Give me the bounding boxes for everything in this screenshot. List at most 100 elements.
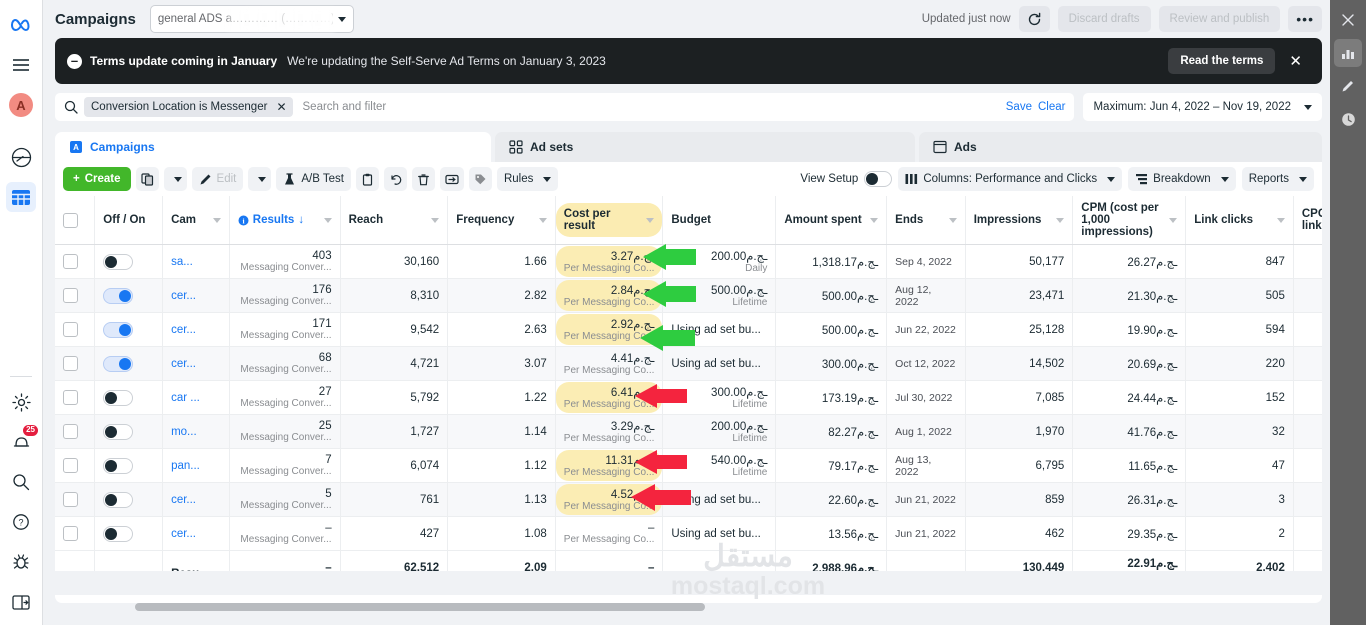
chevron-down-icon[interactable]: [1276, 217, 1285, 223]
chevron-down-icon[interactable]: [870, 217, 879, 223]
col-ends[interactable]: Ends: [886, 196, 966, 245]
row-select-cell[interactable]: [55, 312, 96, 347]
row-select-cell[interactable]: [55, 516, 96, 551]
col-frequency[interactable]: Frequency: [447, 196, 556, 245]
row-on-off-toggle[interactable]: [103, 321, 134, 338]
row-checkbox[interactable]: [63, 356, 78, 371]
row-checkbox[interactable]: [63, 424, 78, 439]
campaigns-table-container[interactable]: Off / On Cam i Results ↓ Reach Frequency C…: [55, 196, 1322, 571]
close-icon[interactable]: [1334, 6, 1362, 34]
table-row[interactable]: cer... 171 Messaging Conver... 9,542 2.63 2.9…: [55, 312, 1322, 347]
date-range-selector[interactable]: Maximum: Jun 4, 2022 – Nov 19, 2022: [1083, 93, 1322, 121]
duplicate-dropdown[interactable]: [163, 167, 187, 191]
clock-icon[interactable]: [1334, 105, 1362, 133]
select-all-header[interactable]: [55, 196, 96, 245]
ad-account-selector[interactable]: general ADS a………… (…………)…: [149, 5, 354, 33]
campaign-name-cell[interactable]: cer...: [162, 482, 230, 517]
row-checkbox[interactable]: [63, 322, 78, 337]
row-select-cell[interactable]: [55, 244, 96, 279]
view-setup-toggle[interactable]: [864, 171, 893, 187]
campaign-name-cell[interactable]: mo...: [162, 414, 230, 449]
campaign-name-link[interactable]: pan...: [171, 460, 200, 472]
row-on-off-toggle[interactable]: [103, 253, 134, 270]
table-row[interactable]: pan... 7 Messaging Conver... 6,074 1.12 11.31…: [55, 448, 1322, 483]
row-on-off-toggle[interactable]: [103, 389, 134, 406]
campaign-name-cell[interactable]: pan...: [162, 448, 230, 483]
filter-chip-remove-icon[interactable]: ✕: [274, 100, 288, 114]
export-button[interactable]: [439, 167, 464, 191]
col-impressions[interactable]: Impressions: [965, 196, 1074, 245]
row-on-off-toggle[interactable]: [103, 491, 134, 508]
search-icon[interactable]: [6, 467, 36, 497]
table-row[interactable]: cer... 176 Messaging Conver... 8,310 2.82 2.8…: [55, 278, 1322, 313]
clear-filter-link[interactable]: Clear: [1038, 101, 1065, 113]
columns-button[interactable]: Columns: Performance and Clicks: [898, 167, 1123, 191]
row-toggle-cell[interactable]: [94, 380, 164, 415]
banner-close-icon[interactable]: ✕: [1281, 48, 1310, 74]
campaign-name-link[interactable]: car ...: [171, 392, 200, 404]
select-all-checkbox[interactable]: [63, 212, 78, 228]
meta-logo-icon[interactable]: [6, 10, 36, 40]
tab-campaigns[interactable]: A Campaigns: [55, 132, 491, 162]
row-toggle-cell[interactable]: [94, 278, 164, 313]
table-row[interactable]: cer... 68 Messaging Conver... 4,721 3.07 4.41…: [55, 346, 1322, 381]
row-checkbox[interactable]: [63, 390, 78, 405]
bell-icon[interactable]: 25: [6, 425, 38, 457]
col-amount-spent[interactable]: Amount spent: [775, 196, 888, 245]
row-select-cell[interactable]: [55, 380, 96, 415]
row-toggle-cell[interactable]: [94, 448, 164, 483]
refresh-icon[interactable]: [1018, 6, 1050, 32]
filter-chip-conversion-location[interactable]: Conversion Location is Messenger ✕: [84, 97, 293, 117]
row-toggle-cell[interactable]: [94, 244, 164, 279]
more-options-button[interactable]: •••: [1288, 6, 1322, 32]
campaign-name-link[interactable]: cer...: [171, 528, 196, 540]
row-toggle-cell[interactable]: [94, 414, 164, 449]
col-cost-per-result[interactable]: Cost per result: [555, 196, 664, 245]
row-on-off-toggle[interactable]: [103, 355, 134, 372]
chevron-down-icon[interactable]: [212, 217, 221, 223]
chevron-down-icon[interactable]: [1056, 217, 1065, 223]
row-toggle-cell[interactable]: [94, 516, 164, 551]
dashboard-icon[interactable]: [6, 142, 36, 172]
table-row[interactable]: sa... 403 Messaging Conver... 30,160 1.66 3.2…: [55, 244, 1322, 279]
col-reach[interactable]: Reach: [340, 196, 449, 245]
horizontal-scrollbar[interactable]: [55, 603, 1322, 611]
row-select-cell[interactable]: [55, 482, 96, 517]
edit-dropdown[interactable]: [248, 167, 272, 191]
campaign-name-cell[interactable]: cer...: [162, 278, 230, 313]
bug-icon[interactable]: [6, 547, 36, 577]
campaign-name-cell[interactable]: cer...: [162, 346, 230, 381]
row-on-off-toggle[interactable]: [103, 457, 134, 474]
chart-icon[interactable]: [1334, 39, 1362, 67]
row-toggle-cell[interactable]: [94, 346, 164, 381]
row-select-cell[interactable]: [55, 278, 96, 313]
row-checkbox[interactable]: [63, 458, 78, 473]
campaign-name-cell[interactable]: cer...: [162, 312, 230, 347]
row-checkbox[interactable]: [63, 288, 78, 303]
campaign-name-cell[interactable]: sa...: [162, 244, 230, 279]
table-row[interactable]: mo... 25 Messaging Conver... 1,727 1.14 3.29ـ…: [55, 414, 1322, 449]
table-row[interactable]: cer... – Messaging Conver... 427 1.08– Per Me…: [55, 516, 1322, 551]
campaign-name-link[interactable]: cer...: [171, 290, 196, 302]
chevron-down-icon[interactable]: [948, 217, 957, 223]
chevron-down-icon[interactable]: [323, 217, 332, 223]
discard-drafts-button[interactable]: Discard drafts: [1057, 6, 1151, 32]
edit-button[interactable]: Edit: [191, 167, 244, 191]
tab-ads[interactable]: Ads: [919, 132, 1322, 162]
tag-button[interactable]: [468, 167, 492, 191]
row-on-off-toggle[interactable]: [103, 525, 134, 542]
campaign-name-link[interactable]: cer...: [171, 494, 196, 506]
help-icon[interactable]: ?: [6, 507, 36, 537]
search-filter-box[interactable]: Conversion Location is Messenger ✕ Searc…: [55, 93, 1075, 121]
rules-button[interactable]: Rules: [496, 167, 559, 191]
table-icon[interactable]: [6, 182, 36, 212]
chevron-down-icon[interactable]: [431, 217, 440, 223]
row-on-off-toggle[interactable]: [103, 423, 134, 440]
delete-button[interactable]: [411, 167, 435, 191]
col-link-clicks[interactable]: Link clicks: [1185, 196, 1294, 245]
col-results[interactable]: i Results ↓: [229, 196, 341, 245]
campaign-name-link[interactable]: sa...: [171, 256, 193, 268]
scrollbar-thumb[interactable]: [135, 603, 705, 611]
campaign-name-link[interactable]: mo...: [171, 426, 197, 438]
row-on-off-toggle[interactable]: [103, 287, 134, 304]
